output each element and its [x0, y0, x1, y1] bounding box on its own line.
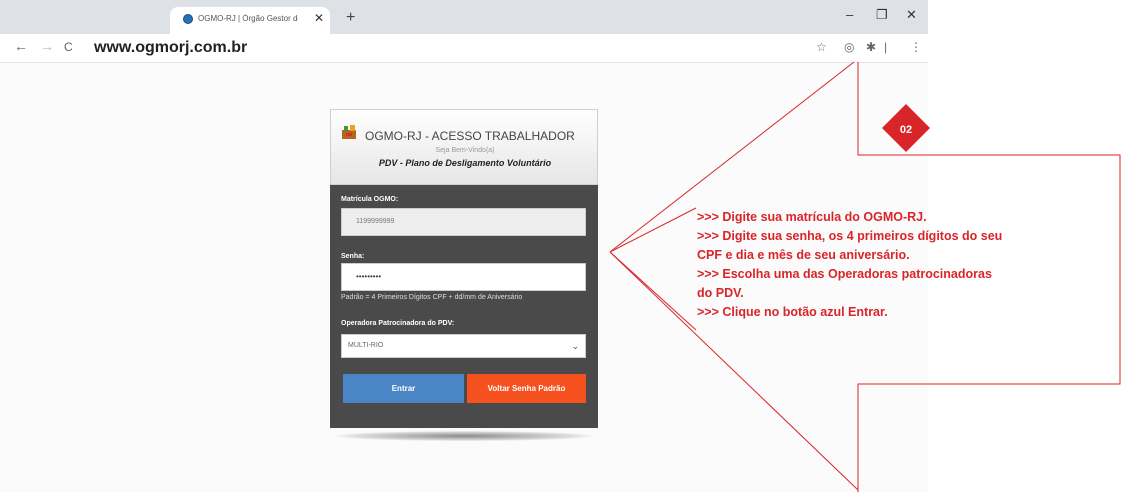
ogmo-logo-icon: [342, 125, 356, 139]
browser-tab[interactable]: OGMO-RJ | Órgão Gestor de Mã ✕: [170, 7, 330, 34]
browser-toolbar: ← → C www.ogmorj.com.br ☆ ◎ ✱ | ⋮: [0, 34, 928, 63]
card-shadow: [336, 431, 592, 441]
restore-icon[interactable]: ❐: [876, 7, 888, 23]
login-header: OGMO-RJ - ACESSO TRABALHADOR Seja Bem-Vi…: [330, 109, 598, 185]
new-tab-button[interactable]: +: [346, 9, 355, 27]
login-form: Matrícula OGMO: 1199999999 Senha: ••••••…: [330, 185, 598, 428]
profile-icon[interactable]: |: [884, 40, 887, 54]
instructions-text: >>> Digite sua matrícula do OGMO-RJ. >>>…: [697, 208, 1057, 322]
forward-icon[interactable]: →: [40, 38, 54, 54]
instruction-line: CPF e dia e mês de seu aniversário.: [697, 248, 910, 262]
tab-title: OGMO-RJ | Órgão Gestor de Mã: [198, 14, 298, 23]
tab-bar: OGMO-RJ | Órgão Gestor de Mã ✕ + – ❐ ✕: [0, 0, 928, 34]
close-window-icon[interactable]: ✕: [906, 7, 917, 23]
reload-icon[interactable]: C: [64, 40, 73, 54]
operadora-label: Operadora Patrocinadora do PDV:: [341, 320, 455, 327]
chevron-down-icon: ⌄: [571, 341, 579, 351]
menu-icon[interactable]: ⋮: [910, 40, 922, 54]
matricula-input[interactable]: 1199999999: [341, 208, 586, 236]
login-subtitle: PDV - Plano de Desligamento Voluntário: [378, 158, 552, 168]
extension-icon[interactable]: ◎: [844, 40, 854, 54]
address-bar[interactable]: www.ogmorj.com.br: [94, 39, 247, 57]
bookmark-star-icon[interactable]: ☆: [816, 40, 827, 54]
minimize-icon[interactable]: –: [846, 7, 853, 22]
operadora-selected-value: MULTI-RIO: [348, 342, 384, 349]
login-title: OGMO-RJ - ACESSO TRABALHADOR: [365, 129, 575, 143]
senha-input[interactable]: •••••••••: [341, 263, 586, 291]
instruction-line: >>> Clique no botão azul Entrar.: [697, 305, 888, 319]
instruction-line: >>> Digite sua matrícula do OGMO-RJ.: [697, 210, 927, 224]
welcome-text: Seja Bem-Vindo(a): [435, 147, 495, 154]
instruction-line: do PDV.: [697, 286, 744, 300]
matricula-label: Matrícula OGMO:: [341, 196, 399, 203]
puzzle-icon[interactable]: ✱: [866, 40, 876, 54]
ogmo-favicon-icon: [183, 14, 193, 24]
back-icon[interactable]: ←: [14, 38, 28, 54]
instruction-line: >>> Escolha uma das Operadoras patrocina…: [697, 267, 992, 281]
entrar-button[interactable]: Entrar: [343, 374, 464, 403]
senha-hint: Padrão = 4 Primeiros Dígitos CPF + dd/mm…: [341, 294, 523, 301]
senha-label: Senha:: [341, 253, 365, 260]
voltar-senha-padrao-button[interactable]: Voltar Senha Padrão: [467, 374, 586, 403]
step-badge-number: 02: [899, 124, 913, 136]
tab-close-icon[interactable]: ✕: [314, 11, 324, 25]
instruction-line: >>> Digite sua senha, os 4 primeiros díg…: [697, 229, 1003, 243]
operadora-select[interactable]: MULTI-RIO ⌄: [341, 334, 586, 358]
login-card: OGMO-RJ - ACESSO TRABALHADOR Seja Bem-Vi…: [330, 109, 598, 441]
